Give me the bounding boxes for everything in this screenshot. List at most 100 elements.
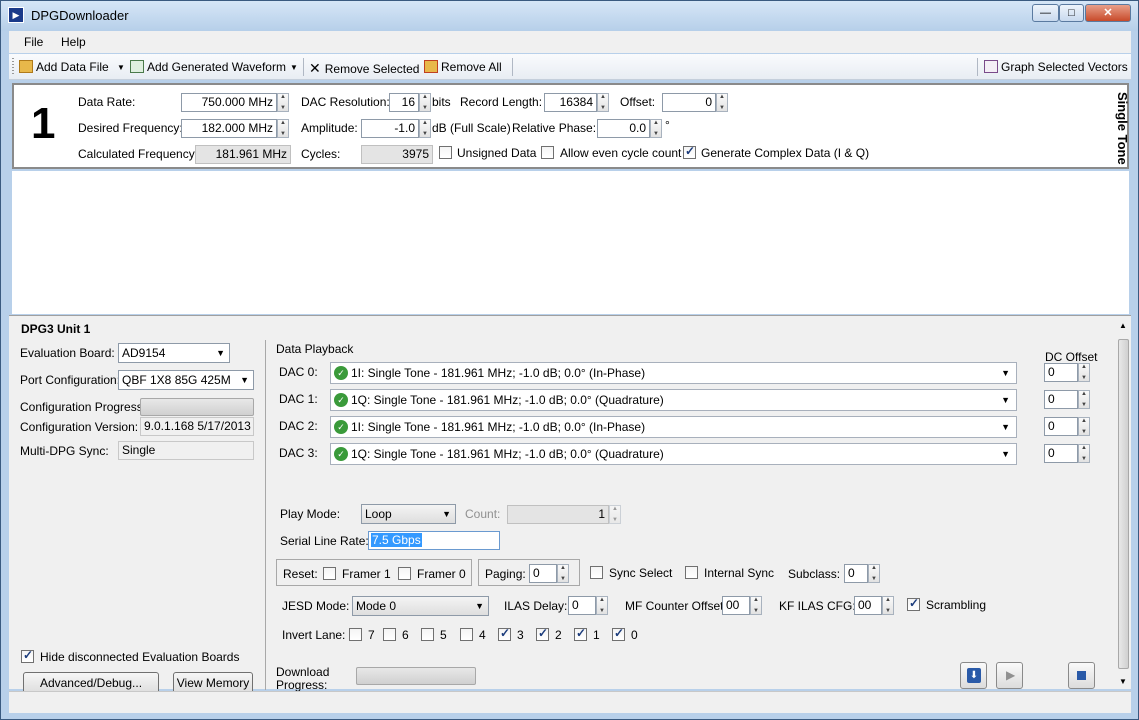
download-progress-bar — [356, 667, 476, 685]
sync-select-label: Sync Select — [609, 566, 673, 580]
record-length-spinner[interactable] — [597, 93, 609, 112]
record-length-label: Record Length: — [460, 95, 543, 109]
scroll-down-icon[interactable]: ▼ — [1119, 677, 1127, 686]
dac1-dc-offset[interactable]: 0 — [1044, 390, 1078, 409]
record-length-field[interactable]: 16384 — [544, 93, 597, 112]
amplitude-field[interactable]: -1.0 — [361, 119, 419, 138]
offset-field[interactable]: 0 — [662, 93, 716, 112]
maximize-button[interactable]: □ — [1059, 4, 1084, 22]
scroll-up-icon[interactable]: ▲ — [1119, 321, 1127, 330]
dac1-select[interactable]: ✓ 1Q: Single Tone - 181.961 MHz; -1.0 dB;… — [330, 389, 1017, 411]
subclass-spinner[interactable] — [868, 564, 880, 583]
dac-resolution-spinner[interactable] — [419, 93, 431, 112]
minimize-button[interactable]: — — [1032, 4, 1059, 22]
play-icon: ▶ — [1006, 668, 1016, 682]
dac2-dc-offset[interactable]: 0 — [1044, 417, 1078, 436]
download-button[interactable]: ⬇ — [960, 662, 987, 689]
jesd-mode-select[interactable]: Mode 0 ▼ — [352, 596, 489, 616]
relative-phase-field[interactable]: 0.0 — [597, 119, 650, 138]
status-bar — [9, 691, 1131, 713]
add-generated-waveform-button[interactable]: Add Generated Waveform — [130, 60, 286, 74]
lane-2-checkbox[interactable] — [536, 626, 549, 641]
relative-phase-label: Relative Phase: — [512, 121, 597, 135]
count-field: 1 — [507, 505, 609, 524]
lane-4-checkbox[interactable] — [460, 628, 473, 641]
unsigned-data-checkbox[interactable] — [439, 146, 452, 159]
internal-sync-checkbox[interactable] — [685, 566, 698, 579]
add-data-file-button[interactable]: Add Data File — [19, 60, 109, 74]
relative-phase-spinner[interactable] — [650, 119, 662, 138]
hide-disconnected-checkbox[interactable] — [21, 648, 34, 663]
dac3-dc-offset[interactable]: 0 — [1044, 444, 1078, 463]
sync-select-checkbox[interactable] — [590, 566, 603, 579]
add-data-file-dropdown-icon[interactable]: ▼ — [117, 63, 125, 72]
framer0-checkbox[interactable] — [398, 567, 411, 580]
play-button[interactable]: ▶ — [996, 662, 1023, 689]
stop-button[interactable] — [1068, 662, 1095, 689]
offset-spinner[interactable] — [716, 93, 728, 112]
allow-even-cycle-checkbox[interactable] — [541, 146, 554, 159]
configuration-progress-bar — [140, 398, 254, 416]
offset-label: Offset: — [620, 95, 656, 109]
mf-counter-offset-spinner[interactable] — [750, 596, 762, 615]
menu-file[interactable]: File — [24, 35, 43, 49]
lane-6-checkbox[interactable] — [383, 628, 396, 641]
kf-ilas-cfg-spinner[interactable] — [882, 596, 894, 615]
ilas-delay-field[interactable]: 0 — [568, 596, 596, 615]
vertical-scrollbar[interactable]: ▲ ▼ — [1117, 319, 1130, 689]
framer1-checkbox[interactable] — [323, 567, 336, 580]
data-rate-field[interactable]: 750.000 MHz — [181, 93, 277, 112]
lane-1-checkbox[interactable] — [574, 626, 587, 641]
dac-resolution-label: DAC Resolution: — [301, 95, 390, 109]
generate-complex-checkbox[interactable] — [683, 144, 696, 159]
desired-frequency-spinner[interactable] — [277, 119, 289, 138]
cycles-label: Cycles: — [301, 147, 341, 161]
dac0-dc-offset[interactable]: 0 — [1044, 363, 1078, 382]
data-rate-label: Data Rate: — [78, 95, 136, 109]
kf-ilas-cfg-field[interactable]: 00 — [854, 596, 882, 615]
graph-selected-vectors-button[interactable]: Graph Selected Vectors — [984, 60, 1128, 74]
subclass-field[interactable]: 0 — [844, 564, 868, 583]
scrambling-checkbox[interactable] — [907, 596, 920, 611]
lane-0-checkbox[interactable] — [612, 626, 625, 641]
lane-7-checkbox[interactable] — [349, 628, 362, 641]
port-configuration-select[interactable]: QBF 1X8 85G 425M ▼ — [118, 370, 254, 390]
dac3-label: DAC 3: — [279, 446, 318, 460]
dac3-dc-spinner[interactable] — [1078, 444, 1090, 463]
lane-3-checkbox[interactable] — [498, 626, 511, 641]
data-rate-spinner[interactable] — [277, 93, 289, 112]
menu-help[interactable]: Help — [61, 35, 86, 49]
stop-icon — [1077, 671, 1086, 680]
remove-all-button[interactable]: Remove All — [424, 60, 502, 74]
dac0-select[interactable]: ✓ 1I: Single Tone - 181.961 MHz; -1.0 dB;… — [330, 362, 1017, 384]
dac0-label: DAC 0: — [279, 365, 318, 379]
amplitude-spinner[interactable] — [419, 119, 431, 138]
dac0-dc-spinner[interactable] — [1078, 363, 1090, 382]
lane-5-checkbox[interactable] — [421, 628, 434, 641]
paging-spinner[interactable] — [557, 564, 569, 583]
paging-field[interactable]: 0 — [529, 564, 557, 583]
dac3-select[interactable]: ✓ 1Q: Single Tone - 181.961 MHz; -1.0 dB;… — [330, 443, 1017, 465]
menu-bar: File Help — [9, 31, 1131, 53]
dac2-dc-spinner[interactable] — [1078, 417, 1090, 436]
dac2-select[interactable]: ✓ 1I: Single Tone - 181.961 MHz; -1.0 dB;… — [330, 416, 1017, 438]
mf-counter-offset-field[interactable]: 00 — [722, 596, 750, 615]
play-mode-select[interactable]: Loop ▼ — [361, 504, 456, 524]
check-ok-icon: ✓ — [334, 447, 348, 461]
remove-selected-button[interactable]: ✕ Remove Selected — [309, 60, 419, 77]
close-button[interactable]: ✕ — [1085, 4, 1131, 22]
add-waveform-dropdown-icon[interactable]: ▼ — [290, 63, 298, 72]
evaluation-board-select[interactable]: AD9154 ▼ — [118, 343, 230, 363]
scrollbar-thumb[interactable] — [1118, 339, 1129, 669]
calculated-frequency-field: 181.961 MHz — [195, 145, 291, 164]
dac1-dc-spinner[interactable] — [1078, 390, 1090, 409]
serial-line-rate-field[interactable]: 7.5 Gbps — [368, 531, 500, 550]
waveform-list-area[interactable] — [12, 171, 1129, 314]
toolbar-grip — [12, 58, 14, 76]
hide-disconnected-label: Hide disconnected Evaluation Boards — [40, 650, 240, 664]
dac-resolution-field[interactable]: 16 — [389, 93, 419, 112]
waveform-entry[interactable]: 1 Data Rate: 750.000 MHz Desired Frequen… — [12, 83, 1130, 169]
ilas-delay-spinner[interactable] — [596, 596, 608, 615]
desired-frequency-field[interactable]: 182.000 MHz — [181, 119, 277, 138]
chevron-down-icon: ▼ — [442, 509, 451, 519]
